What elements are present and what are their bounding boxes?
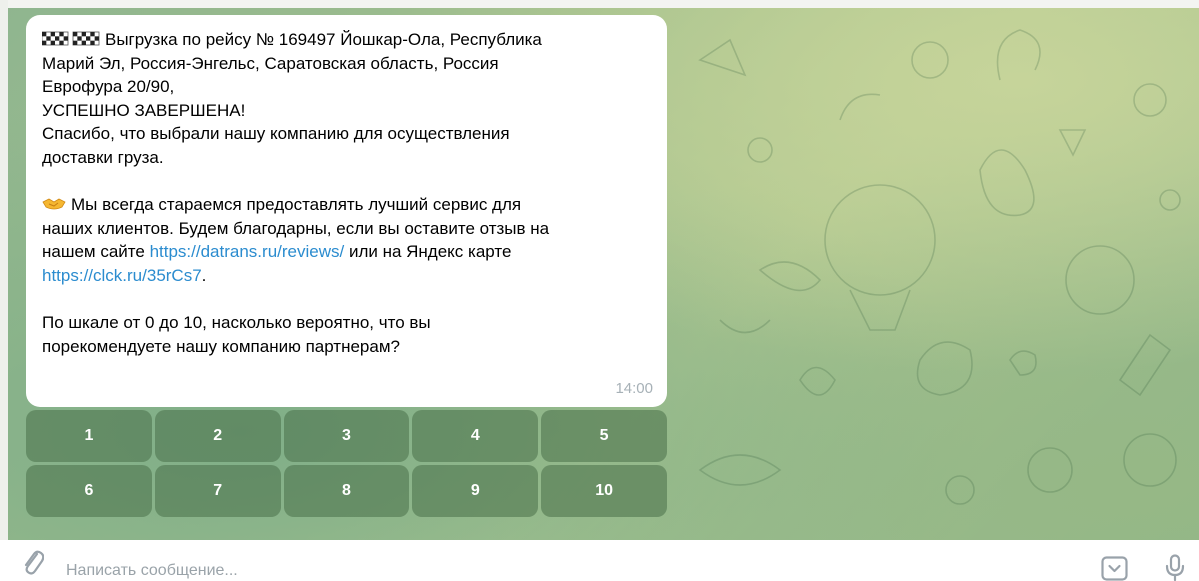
rating-button-1[interactable]: 1 [26,410,152,462]
bot-keyboard-icon[interactable] [1101,556,1128,581]
message-text: Марий Эл, Россия-Энгельс, Саратовская об… [42,53,499,73]
message-line: Выгрузка по рейсу № 169497 Йошкар-Ола, Р… [42,28,651,52]
message-text: нашем сайте [42,242,150,262]
keyboard-row: 1 2 3 4 5 [26,410,667,462]
checkered-flags-icon [42,31,100,46]
reviews-link[interactable]: https://datrans.ru/reviews/ [150,242,345,261]
rating-button-7[interactable]: 7 [154,465,281,517]
rating-button-3[interactable]: 3 [283,410,410,462]
rating-button-9[interactable]: 9 [412,465,539,517]
message-text: . [201,265,207,285]
message-text: Выгрузка по рейсу № 169497 Йошкар-Ола, Р… [105,30,542,49]
message-text: наших клиентов. Будем благодарны, если в… [42,218,550,238]
message-text: Мы всегда стараемся предоставлять лучший… [71,195,522,215]
message-text: Спасибо, что выбрали нашу компанию для о… [42,124,510,144]
chat-top-edge [0,0,1199,8]
rating-button-6[interactable]: 6 [26,465,152,517]
microphone-icon[interactable] [1164,554,1186,581]
message-bubble[interactable]: Выгрузка по рейсу № 169497 Йошкар-Ола, Р… [26,15,667,407]
yandex-map-link[interactable]: https://clck.ru/35rCs7 [42,266,202,285]
message-input[interactable]: Написать сообщение... [66,561,238,581]
message-line: https://clck.ru/35rCs7. [42,264,651,288]
rating-button-8[interactable]: 8 [283,465,410,517]
keyboard-row: 6 7 8 9 10 [26,465,667,517]
message-text: По шкале от 0 до 10, насколько вероятно,… [42,313,431,333]
message-line: Мы всегда стараемся предоставлять лучший… [42,193,651,217]
message-timestamp: 14:00 [615,380,653,398]
message-text: порекомендуете нашу компанию партнерам? [42,336,400,356]
rating-button-10[interactable]: 10 [541,465,667,517]
chat-left-edge [0,0,8,540]
message-text: Еврофура 20/90, [42,77,175,97]
handshake-icon [42,198,66,210]
inline-keyboard: 1 2 3 4 5 6 7 8 9 10 [26,410,667,518]
message-text: доставки груза. [42,147,164,167]
message-line: нашем сайте https://datrans.ru/reviews/ … [42,240,651,264]
message-text: УСПЕШНО ЗАВЕРШЕНА! [42,100,246,120]
rating-button-4[interactable]: 4 [412,410,539,462]
paperclip-icon[interactable] [22,545,44,577]
rating-button-5[interactable]: 5 [541,410,667,462]
rating-button-2[interactable]: 2 [154,410,281,462]
message-text: или на Яндекс карте [344,242,512,262]
